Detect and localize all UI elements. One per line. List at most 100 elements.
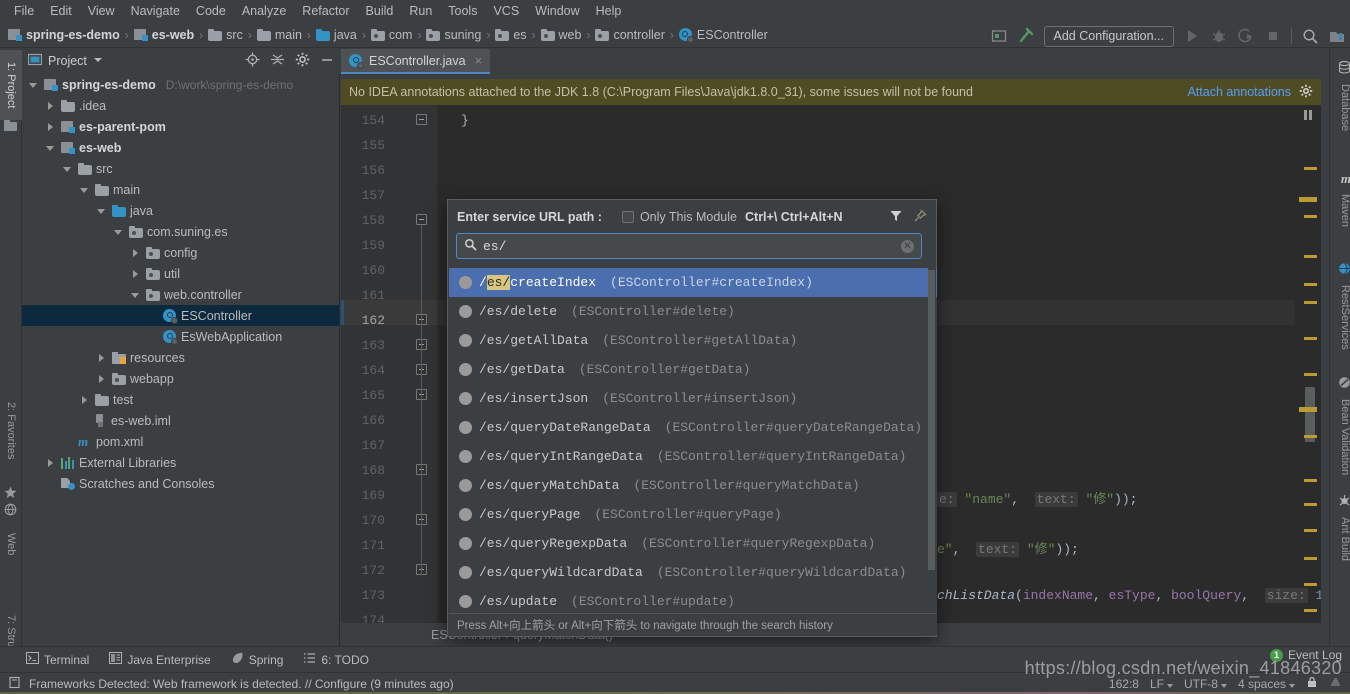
breadcrumb-item-src[interactable]: src — [206, 28, 245, 42]
menu-item-build[interactable]: Build — [358, 1, 402, 21]
clear-x-icon[interactable]: ✕ — [901, 239, 914, 253]
warning-marker[interactable] — [1304, 435, 1317, 438]
checkbox-box[interactable] — [621, 211, 634, 223]
tree-twisty-down-icon[interactable] — [79, 184, 91, 196]
result-row[interactable]: /es/getData (ESController#getData) — [449, 355, 937, 384]
menu-item-vcs[interactable]: VCS — [485, 1, 527, 21]
settings-gear-icon[interactable] — [295, 52, 310, 70]
result-row[interactable]: /es/update (ESController#update) — [449, 587, 937, 613]
menu-item-navigate[interactable]: Navigate — [123, 1, 188, 21]
tree-node-selected[interactable]: ESController — [22, 305, 339, 326]
chevron-down-icon[interactable] — [93, 54, 103, 68]
lock-icon[interactable] — [1306, 676, 1318, 691]
url-path-search-popup[interactable]: Enter service URL path : Only This Modul… — [447, 199, 937, 637]
tree-node[interactable]: es-parent-pom — [22, 116, 339, 137]
settings-gear-icon[interactable] — [1299, 84, 1313, 101]
right-tab-bean-validation[interactable]: Bean Validation — [1330, 368, 1350, 483]
tree-node[interactable]: java — [22, 200, 339, 221]
tree-twisty-right-icon[interactable] — [96, 373, 108, 385]
tree-node[interactable]: External Libraries — [22, 452, 339, 473]
menu-item-view[interactable]: View — [80, 1, 123, 21]
breadcrumb-item-java[interactable]: java — [314, 28, 359, 42]
tree-twisty-down-icon[interactable] — [130, 289, 142, 301]
warning-marker[interactable] — [1299, 407, 1317, 412]
attach-annotations-link[interactable]: Attach annotations — [1187, 85, 1291, 99]
project-structure-icon[interactable] — [990, 27, 1008, 45]
tree-node[interactable]: util — [22, 263, 339, 284]
tree-twisty-right-icon[interactable] — [45, 100, 57, 112]
breadcrumb-item-es-web[interactable]: es-web — [132, 28, 196, 42]
result-row[interactable]: /es/queryWildcardData (ESController#query… — [449, 558, 937, 587]
tree-node[interactable]: com.suning.es — [22, 221, 339, 242]
editor-marker-gutter[interactable] — [1295, 105, 1321, 623]
tree-node[interactable]: web.controller — [22, 284, 339, 305]
tree-node[interactable]: EsWebApplication — [22, 326, 339, 347]
warning-marker[interactable] — [1304, 337, 1317, 340]
code-fold-toggle[interactable] — [416, 114, 427, 125]
tree-twisty-down-icon[interactable] — [62, 163, 74, 175]
pin-icon[interactable] — [913, 208, 927, 226]
result-row[interactable]: /es/queryPage (ESController#queryPage) — [449, 500, 937, 529]
result-row[interactable]: /es/insertJson (ESController#insertJson) — [449, 384, 937, 413]
editor-gutter[interactable]: 154 155 156 157 158 159 160 161 162 163 164 165 166 1… — [341, 105, 437, 623]
warning-marker[interactable] — [1304, 301, 1317, 304]
warning-marker[interactable] — [1304, 255, 1317, 258]
warning-marker[interactable] — [1304, 583, 1317, 586]
hide-panel-icon[interactable] — [320, 53, 334, 70]
result-row[interactable]: /es/getAllData (ESController#getAllData) — [449, 326, 937, 355]
tree-twisty-right-icon[interactable] — [96, 352, 108, 364]
warning-marker[interactable] — [1299, 197, 1317, 202]
right-tab-ant-build[interactable]: Ant Build — [1330, 488, 1350, 568]
search-everywhere-icon[interactable] — [1301, 27, 1319, 45]
tree-node[interactable]: main — [22, 179, 339, 200]
menu-item-edit[interactable]: Edit — [42, 1, 80, 21]
close-icon[interactable]: × — [475, 53, 483, 68]
menu-item-file[interactable]: File — [6, 1, 42, 21]
bottom-tab-spring[interactable]: Spring — [231, 652, 283, 667]
breadcrumb-item-web[interactable]: web — [539, 28, 584, 42]
result-row[interactable]: /es/queryMatchData (ESController#queryMat… — [449, 471, 937, 500]
right-tab-maven[interactable]: m Maven — [1330, 166, 1350, 232]
only-this-module-checkbox[interactable]: Only This Module — [621, 210, 737, 224]
warning-marker[interactable] — [1304, 283, 1317, 286]
editor-scrollbar-thumb[interactable] — [1305, 387, 1315, 442]
search-input[interactable]: es/ ✕ — [456, 233, 922, 259]
caret-position[interactable]: 162:8 — [1109, 677, 1139, 691]
tree-twisty-right-icon[interactable] — [45, 457, 57, 469]
build-hammer-icon[interactable] — [1017, 27, 1035, 45]
tree-node[interactable]: resources — [22, 347, 339, 368]
result-row-selected[interactable]: /es/createIndex (ESController#createIndex… — [449, 268, 937, 297]
result-row[interactable]: /es/queryDateRangeData (ESController#quer… — [449, 413, 937, 442]
tree-node[interactable]: Scratches and Consoles — [22, 473, 339, 494]
warning-marker[interactable] — [1304, 557, 1317, 560]
bottom-tab-java-enterprise[interactable]: Java Enterprise — [109, 652, 211, 667]
result-row[interactable]: /es/queryIntRangeData (ESController#query… — [449, 442, 937, 471]
tab-escontroller-java[interactable]: ESController.java × — [341, 49, 491, 74]
tree-node[interactable]: m pom.xml — [22, 431, 339, 452]
tree-twisty-down-icon[interactable] — [96, 205, 108, 217]
search-results-list[interactable]: /es/createIndex (ESController#createIndex… — [449, 268, 937, 613]
warning-marker[interactable] — [1304, 373, 1317, 376]
bottom-tab-terminal[interactable]: Terminal — [26, 652, 89, 667]
tree-node[interactable]: webapp — [22, 368, 339, 389]
event-log-button[interactable]: 1 Event Log — [1269, 648, 1342, 662]
warning-marker[interactable] — [1304, 503, 1317, 506]
tree-node[interactable]: es-web — [22, 137, 339, 158]
tree-twisty-down-icon[interactable] — [113, 226, 125, 238]
right-tab-database[interactable]: Database — [1330, 54, 1350, 138]
menu-item-run[interactable]: Run — [401, 1, 440, 21]
tree-node[interactable]: spring-es-demo D:\work\spring-es-demo — [22, 74, 339, 95]
tree-node[interactable]: src — [22, 158, 339, 179]
indent-selector[interactable]: 4 spaces — [1238, 677, 1295, 691]
project-structure-dialog-icon[interactable] — [1328, 27, 1346, 45]
tree-twisty-right-icon[interactable] — [45, 121, 57, 133]
results-scrollbar[interactable] — [928, 268, 936, 613]
breadcrumb-item-es[interactable]: es — [493, 28, 528, 42]
collapse-all-icon[interactable] — [270, 52, 285, 70]
breadcrumb-item-spring-es-demo[interactable]: spring-es-demo — [6, 28, 122, 42]
result-row[interactable]: /es/delete (ESController#delete) — [449, 297, 937, 326]
menu-item-refactor[interactable]: Refactor — [294, 1, 357, 21]
menu-item-analyze[interactable]: Analyze — [234, 1, 294, 21]
tree-twisty-right-icon[interactable] — [79, 394, 91, 406]
result-row[interactable]: /es/queryRegexpData (ESController#queryRe… — [449, 529, 937, 558]
